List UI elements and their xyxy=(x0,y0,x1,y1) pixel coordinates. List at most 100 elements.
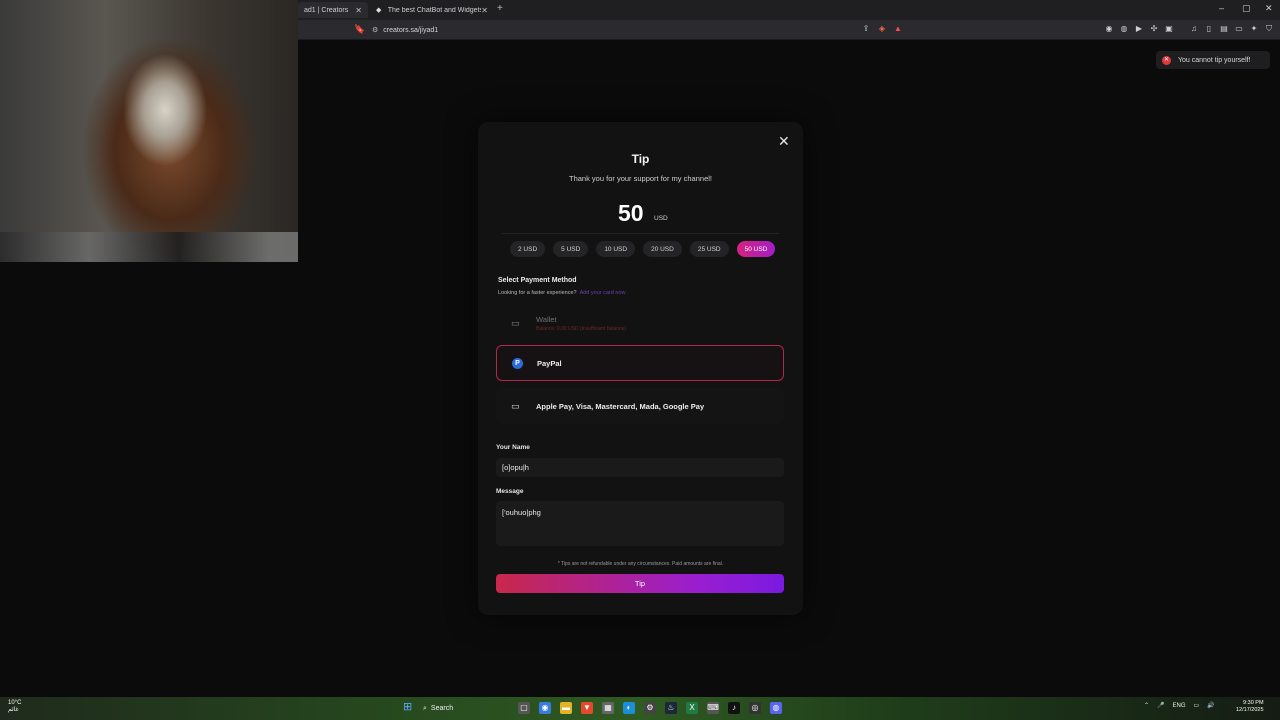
search-label: Search xyxy=(430,705,454,712)
wallet-icon[interactable]: ▭ xyxy=(1234,24,1244,34)
close-tab-icon[interactable]: ✕ xyxy=(481,6,488,15)
puzzle-icon[interactable]: ✣ xyxy=(1149,24,1159,34)
keyboard-icon[interactable]: ⌨ xyxy=(707,702,719,714)
microphone-icon[interactable]: 🎤 xyxy=(1157,702,1164,709)
preset-2-usd[interactable]: 2 USD xyxy=(510,241,546,257)
name-label: Your Name xyxy=(496,444,530,451)
payment-method-paypal[interactable]: P PayPal xyxy=(496,345,784,381)
minimize-button[interactable]: – xyxy=(1219,3,1224,13)
amount-presets: 2 USD 5 USD 10 USD 20 USD 25 USD 50 USD xyxy=(510,241,776,257)
weather-desc: غائم xyxy=(8,707,19,713)
obs-icon[interactable]: ◎ xyxy=(749,702,761,714)
wallet-balance: Balance: 0.00 USD (Insufficient balance) xyxy=(536,325,626,332)
modal-title: Tip xyxy=(631,152,650,166)
network-icon[interactable]: ▭ xyxy=(1194,702,1200,709)
profile-icon[interactable]: ◉ xyxy=(1104,24,1114,34)
url-text: creators.sa/jiyad1 xyxy=(383,26,439,34)
refund-notice: * Tips are not refundable under any circ… xyxy=(557,561,724,567)
task-view-icon[interactable]: ▢ xyxy=(518,702,530,714)
tab-creators[interactable]: ad1 | Creators ✕ xyxy=(298,2,368,18)
payment-hint-text: Looking for a faster experience? xyxy=(498,290,577,296)
share-icon[interactable]: ⇪ xyxy=(861,24,871,34)
tip-submit-button[interactable]: Tip xyxy=(496,574,784,593)
extension-icon[interactable]: ◍ xyxy=(1119,24,1129,34)
discord-icon[interactable]: ◍ xyxy=(770,702,782,714)
bookmark-icon[interactable]: 🔖 xyxy=(354,24,365,35)
url-field[interactable]: ⚙ creators.sa/jiyad1 xyxy=(372,23,907,37)
method-name: Wallet xyxy=(536,314,557,324)
language-indicator[interactable]: ENG xyxy=(1173,703,1186,709)
message-label: Message xyxy=(496,488,524,495)
divider xyxy=(502,233,779,234)
tip-modal: ✕ Tip Thank you for your support for my … xyxy=(478,122,803,615)
toolbar-icons: ◉ ◍ ▶ ✣ ▣ ♫ ▯ ▤ ▭ ✦ ⛉ ≡ xyxy=(1104,24,1280,34)
chevron-up-icon[interactable]: ⌃ xyxy=(1144,702,1149,709)
search-icon: ⌕ xyxy=(423,704,427,712)
error-icon: ✕ xyxy=(1162,55,1171,65)
close-icon[interactable]: ✕ xyxy=(778,133,790,150)
tip-currency: USD xyxy=(654,215,668,222)
payment-method-card[interactable]: ▭ Apple Pay, Visa, Mastercard, Mada, Goo… xyxy=(496,388,784,424)
toast-message: You cannot tip yourself! xyxy=(1178,56,1251,64)
close-tab-icon[interactable]: ✕ xyxy=(355,6,362,15)
add-card-link[interactable]: Add your card now xyxy=(580,290,626,296)
clock-date: 12/17/2025 xyxy=(1236,707,1264,713)
modal-subtitle: Thank you for your support for my channe… xyxy=(569,174,712,183)
payment-hint: Looking for a faster experience? Add your… xyxy=(498,290,625,296)
credit-card-icon: ▭ xyxy=(511,400,520,411)
method-name: Apple Pay, Visa, Mastercard, Mada, Googl… xyxy=(536,401,705,411)
method-name: PayPal xyxy=(537,358,562,368)
tab-title: ad1 | Creators xyxy=(304,6,349,14)
tab-chatbot[interactable]: ◆ The best ChatBot and Widgets for Ki ✕ xyxy=(370,2,494,18)
tiktok-icon[interactable]: ♪ xyxy=(728,702,740,714)
media-icon[interactable]: ♫ xyxy=(1189,24,1199,34)
payment-method-label: Select Payment Method xyxy=(498,277,577,284)
taskbar-search[interactable]: ⌕ Search xyxy=(423,702,503,715)
settings-icon[interactable]: ⚙ xyxy=(644,702,656,714)
taskbar-apps: ▢ ◉ ▬ ▼ ▦ ◐ ⚙ ♨ X ⌨ ♪ ◎ ◍ xyxy=(518,702,782,714)
preset-5-usd[interactable]: 5 USD xyxy=(553,241,589,257)
excel-icon[interactable]: X xyxy=(686,702,698,714)
payment-method-wallet[interactable]: ▭ Wallet Balance: 0.00 USD (Insufficient… xyxy=(496,305,784,341)
name-input[interactable]: [o]opu|h xyxy=(496,458,784,477)
new-tab-button[interactable]: + xyxy=(497,3,503,14)
webcam-overlay xyxy=(0,0,298,262)
maximize-button[interactable]: ▢ xyxy=(1242,3,1251,14)
preset-10-usd[interactable]: 10 USD xyxy=(596,241,636,257)
close-window-button[interactable]: ✕ xyxy=(1265,3,1273,14)
steam-icon[interactable]: ♨ xyxy=(665,702,677,714)
chrome-icon[interactable]: ◉ xyxy=(539,702,551,714)
paypal-icon: P xyxy=(512,357,523,369)
vpn-icon[interactable]: ⛉ xyxy=(1264,24,1274,34)
windows-start-icon[interactable]: ⊞ xyxy=(403,702,414,713)
screenshot-icon[interactable]: ▣ xyxy=(1164,24,1174,34)
sidebar-icon[interactable]: ▯ xyxy=(1204,24,1214,34)
windows-taskbar: 10°C غائم ⊞ ⌕ Search ▢ ◉ ▬ ▼ ▦ ◐ ⚙ ♨ X ⌨… xyxy=(0,697,1280,720)
tab-title: The best ChatBot and Widgets for Ki xyxy=(387,6,482,14)
brave-rewards-icon[interactable]: ▲ xyxy=(893,24,903,34)
preset-25-usd[interactable]: 25 USD xyxy=(689,241,729,257)
message-textarea[interactable]: ['ouhuo|phg xyxy=(496,501,784,546)
site-info-icon[interactable]: ⚙ xyxy=(372,26,378,34)
leo-ai-icon[interactable]: ✦ xyxy=(1249,24,1259,34)
webcam-frame-border xyxy=(0,232,298,262)
weather-temp: 10°C xyxy=(8,700,22,706)
site-favicon-icon: ◆ xyxy=(376,6,382,14)
brave-shield-icon[interactable]: ◈ xyxy=(877,24,887,34)
edge-icon[interactable]: ◐ xyxy=(623,702,635,714)
preset-50-usd[interactable]: 50 USD xyxy=(736,241,776,257)
system-tray: ⌃ 🎤 ENG ▭ 🔊 xyxy=(1144,702,1215,710)
error-toast: ✕ You cannot tip yourself! xyxy=(1156,51,1270,69)
file-explorer-icon[interactable]: ▬ xyxy=(560,702,572,714)
play-icon[interactable]: ▶ xyxy=(1134,24,1144,34)
tip-amount[interactable]: 50 xyxy=(618,200,644,227)
calculator-icon[interactable]: ▦ xyxy=(602,702,614,714)
weather-widget[interactable]: 10°C غائم xyxy=(8,700,21,714)
tabs-icon[interactable]: ▤ xyxy=(1219,24,1229,34)
clock-time: 9:30 PM xyxy=(1243,700,1264,706)
volume-icon[interactable]: 🔊 xyxy=(1207,702,1214,709)
preset-20-usd[interactable]: 20 USD xyxy=(643,241,682,257)
wallet-icon: ▭ xyxy=(511,317,520,328)
brave-icon[interactable]: ▼ xyxy=(581,702,593,714)
taskbar-clock[interactable]: 9:30 PM 12/17/2025 xyxy=(1236,700,1264,714)
